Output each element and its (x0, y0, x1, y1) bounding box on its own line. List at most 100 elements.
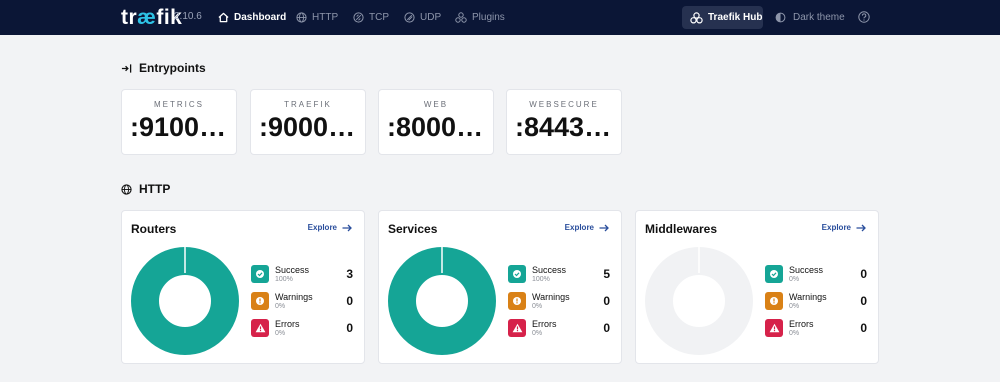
hub-label: Traefik Hub (708, 12, 763, 23)
stat-count: 0 (346, 294, 353, 308)
error-triangle-icon (508, 319, 526, 337)
services-donut-chart (388, 247, 496, 355)
stat-count: 0 (603, 321, 610, 335)
hub-icon (690, 11, 703, 24)
stat-count: 0 (860, 267, 867, 281)
nav-label: TCP (369, 12, 389, 23)
plugins-icon (455, 12, 467, 23)
nav-label: Dashboard (234, 12, 287, 23)
explore-routers-link[interactable]: Explore (308, 223, 352, 232)
stat-label: Warnings (275, 292, 313, 302)
explore-middlewares-link[interactable]: Explore (822, 223, 866, 232)
entrypoint-name: WEB (423, 100, 449, 109)
stat-count: 0 (860, 294, 867, 308)
arrow-right-icon (856, 224, 866, 231)
globe-icon (296, 12, 307, 23)
stat-label: Errors (532, 319, 557, 329)
home-icon (218, 12, 229, 23)
entrypoint-address: :8000/... (387, 112, 487, 142)
error-triangle-icon (765, 319, 783, 337)
nav-label: UDP (420, 12, 442, 23)
stat-percent: 0% (275, 330, 286, 337)
stat-percent: 0% (789, 330, 800, 337)
stat-percent: 0% (532, 303, 543, 310)
stat-label: Success (532, 265, 567, 275)
nav-udp[interactable]: UDP (404, 0, 441, 35)
help-icon[interactable] (858, 11, 870, 23)
warning-icon (765, 292, 783, 310)
warning-icon (508, 292, 526, 310)
entrypoint-card-traefik: TRAEFIK :9000/... (250, 89, 366, 155)
stat-percent: 0% (532, 330, 543, 337)
nav-label: Plugins (472, 12, 505, 23)
warnings-stat: Warnings 0% 0 (508, 292, 610, 314)
routers-donut-chart (131, 247, 239, 355)
entrypoint-address: :8443/... (515, 112, 615, 142)
traefik-hub-button[interactable]: Traefik Hub (682, 6, 763, 29)
stat-count: 0 (346, 321, 353, 335)
stat-label: Errors (275, 319, 300, 329)
entrypoint-address: :9100/... (130, 112, 230, 142)
stat-count: 3 (346, 267, 353, 281)
services-panel: Services Explore Success 100% 5 Warnings… (378, 210, 622, 364)
entrypoints-heading: Entrypoints (121, 61, 206, 75)
stat-label: Success (789, 265, 824, 275)
login-arrow-icon (121, 63, 132, 73)
stat-label: Errors (789, 319, 814, 329)
check-icon (508, 265, 526, 283)
http-heading: HTTP (121, 182, 170, 196)
version-label: 2.10.6 (174, 11, 202, 22)
stat-percent: 0% (275, 303, 286, 310)
warnings-stat: Warnings 0% 0 (251, 292, 353, 314)
stat-count: 0 (603, 294, 610, 308)
globe-icon (121, 183, 132, 195)
nav-tcp[interactable]: TCP (353, 0, 389, 35)
tcp-icon (353, 12, 364, 23)
stat-label: Warnings (789, 292, 827, 302)
arrow-right-icon (342, 224, 352, 231)
stat-count: 5 (603, 267, 610, 281)
dark-theme-toggle[interactable]: Dark theme (775, 0, 845, 35)
error-triangle-icon (251, 319, 269, 337)
routers-panel: Routers Explore Success 100% 3 Warnings … (121, 210, 365, 364)
middlewares-panel: Middlewares Explore Success 0% 0 Warning… (635, 210, 879, 364)
section-title-text: Entrypoints (139, 61, 206, 75)
explore-label: Explore (307, 223, 337, 232)
errors-stat: Errors 0% 0 (251, 319, 353, 341)
stat-percent: 0% (789, 303, 800, 310)
theme-label: Dark theme (793, 12, 845, 23)
stat-percent: 100% (532, 276, 550, 283)
errors-stat: Errors 0% 0 (765, 319, 867, 341)
entrypoint-card-web: WEB :8000/... (378, 89, 494, 155)
warning-icon (251, 292, 269, 310)
panel-title: Middlewares (645, 222, 718, 236)
entrypoint-address: :9000/... (259, 112, 359, 142)
udp-icon (404, 12, 415, 23)
stat-label: Success (275, 265, 310, 275)
nav-label: HTTP (312, 12, 339, 23)
explore-services-link[interactable]: Explore (565, 223, 609, 232)
nav-http[interactable]: HTTP (296, 0, 338, 35)
entrypoint-card-websecure: WEBSECURE :8443/... (506, 89, 622, 155)
warnings-stat: Warnings 0% 0 (765, 292, 867, 314)
arrow-right-icon (599, 224, 609, 231)
success-stat: Success 100% 3 (251, 265, 353, 287)
errors-stat: Errors 0% 0 (508, 319, 610, 341)
section-title-text: HTTP (139, 182, 171, 196)
entrypoint-name: TRAEFIK (284, 100, 332, 109)
check-icon (765, 265, 783, 283)
entrypoint-card-metrics: METRICS :9100/... (121, 89, 237, 155)
panel-title: Services (388, 222, 438, 236)
stat-count: 0 (860, 321, 867, 335)
nav-plugins[interactable]: Plugins (455, 0, 505, 35)
explore-label: Explore (821, 223, 851, 232)
middlewares-donut-chart (645, 247, 753, 355)
check-icon (251, 265, 269, 283)
success-stat: Success 0% 0 (765, 265, 867, 287)
stat-label: Warnings (532, 292, 570, 302)
entrypoint-name: METRICS (154, 100, 204, 109)
stat-percent: 0% (789, 276, 800, 283)
contrast-icon (775, 12, 786, 23)
nav-dashboard[interactable]: Dashboard (218, 0, 286, 35)
top-navbar: træfik 2.10.6 Dashboard HTTP TCP UDP Plu… (0, 0, 1000, 35)
